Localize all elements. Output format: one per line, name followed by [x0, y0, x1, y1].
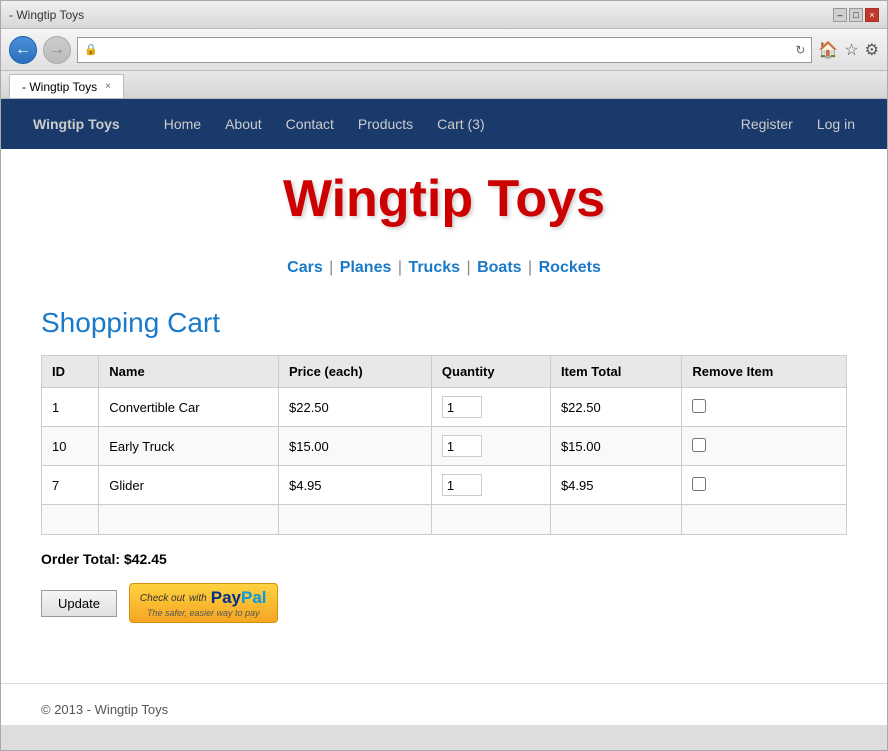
window-controls: – □ ×: [833, 8, 879, 22]
item-name: Convertible Car: [99, 388, 279, 427]
item-qty: [431, 388, 550, 427]
col-price: Price (each): [279, 356, 432, 388]
item-remove: [682, 388, 847, 427]
category-boats[interactable]: Boats: [477, 259, 521, 276]
address-bar[interactable]: 🔒 http://localhost:24019/S ↻: [77, 37, 812, 63]
tab-close-button[interactable]: ×: [105, 81, 111, 92]
qty-input-0[interactable]: [442, 396, 482, 418]
action-buttons: Update Check out with PayPal The safer, …: [41, 583, 847, 623]
category-cars[interactable]: Cars: [287, 259, 323, 276]
item-price: $4.95: [279, 466, 432, 505]
browser-window: - Wingtip Toys – □ × ← → 🔒 http://localh…: [0, 0, 888, 751]
nav-cart[interactable]: Cart (3): [425, 102, 496, 146]
item-total: $15.00: [550, 427, 681, 466]
nav-products[interactable]: Products: [346, 102, 425, 146]
nav-home[interactable]: Home: [152, 102, 213, 146]
navbar-brand[interactable]: Wingtip Toys: [21, 102, 132, 146]
logo-area: Wingtip Toys: [1, 149, 887, 239]
table-row-empty: [42, 505, 847, 535]
item-name: Glider: [99, 466, 279, 505]
refresh-icon[interactable]: ↻: [795, 43, 805, 57]
star-icon[interactable]: ☆: [844, 40, 858, 60]
paypal-button[interactable]: Check out with PayPal The safer, easier …: [129, 583, 278, 623]
table-header-row: ID Name Price (each) Quantity Item Total…: [42, 356, 847, 388]
remove-checkbox-0[interactable]: [692, 399, 706, 413]
title-bar: - Wingtip Toys – □ ×: [1, 1, 887, 29]
navbar: Wingtip Toys Home About Contact Products…: [1, 99, 887, 149]
footer: © 2013 - Wingtip Toys: [1, 694, 887, 725]
item-price: $22.50: [279, 388, 432, 427]
item-name: Early Truck: [99, 427, 279, 466]
table-row: 1 Convertible Car $22.50 $22.50: [42, 388, 847, 427]
navbar-right: Register Log in: [729, 102, 867, 146]
settings-icon[interactable]: ⚙: [865, 40, 879, 60]
col-id: ID: [42, 356, 99, 388]
item-qty: [431, 466, 550, 505]
site-logo: Wingtip Toys: [1, 169, 887, 229]
sep3: |: [462, 259, 471, 276]
home-icon[interactable]: 🏠: [818, 40, 838, 60]
paypal-with-text: with: [189, 593, 207, 604]
page-content: Wingtip Toys Home About Contact Products…: [1, 99, 887, 725]
paypal-box[interactable]: Check out with PayPal The safer, easier …: [129, 583, 278, 623]
table-row: 10 Early Truck $15.00 $15.00: [42, 427, 847, 466]
paypal-checkout-text: Check out: [140, 593, 185, 604]
col-qty: Quantity: [431, 356, 550, 388]
category-trucks[interactable]: Trucks: [408, 259, 460, 276]
item-qty: [431, 427, 550, 466]
order-total: Order Total: $42.45: [41, 551, 847, 567]
main-content: Shopping Cart ID Name Price (each) Quant…: [1, 287, 887, 663]
forward-button[interactable]: →: [43, 36, 71, 64]
footer-divider: [1, 683, 887, 684]
qty-input-2[interactable]: [442, 474, 482, 496]
tab-bar: - Wingtip Toys ×: [1, 71, 887, 99]
lock-icon: 🔒: [84, 43, 98, 56]
col-remove: Remove Item: [682, 356, 847, 388]
remove-checkbox-1[interactable]: [692, 438, 706, 452]
nav-contact[interactable]: Contact: [274, 102, 346, 146]
title-bar-left: - Wingtip Toys: [9, 8, 84, 22]
back-button[interactable]: ←: [9, 36, 37, 64]
qty-input-1[interactable]: [442, 435, 482, 457]
close-button[interactable]: ×: [865, 8, 879, 22]
col-total: Item Total: [550, 356, 681, 388]
item-total: $4.95: [550, 466, 681, 505]
update-button[interactable]: Update: [41, 590, 117, 617]
paypal-logo: PayPal: [211, 588, 267, 608]
tab-title-text: - Wingtip Toys: [9, 8, 84, 22]
item-total: $22.50: [550, 388, 681, 427]
footer-text: © 2013 - Wingtip Toys: [41, 702, 168, 717]
col-name: Name: [99, 356, 279, 388]
cart-table: ID Name Price (each) Quantity Item Total…: [41, 355, 847, 535]
item-id: 7: [42, 466, 99, 505]
nav-register[interactable]: Register: [729, 102, 805, 146]
sep1: |: [325, 259, 334, 276]
remove-checkbox-2[interactable]: [692, 477, 706, 491]
category-planes[interactable]: Planes: [340, 259, 392, 276]
item-id: 1: [42, 388, 99, 427]
paypal-checkout-line: Check out with PayPal: [140, 588, 267, 608]
nav-login[interactable]: Log in: [805, 102, 867, 146]
tab-title: - Wingtip Toys: [22, 80, 97, 94]
category-nav: Cars | Planes | Trucks | Boats | Rockets: [1, 239, 887, 287]
sep4: |: [524, 259, 533, 276]
item-remove: [682, 427, 847, 466]
page-title: Shopping Cart: [41, 307, 847, 339]
address-input[interactable]: http://localhost:24019/S: [102, 43, 792, 57]
minimize-button[interactable]: –: [833, 8, 847, 22]
browser-toolbar: ← → 🔒 http://localhost:24019/S ↻ 🏠 ☆ ⚙: [1, 29, 887, 71]
item-id: 10: [42, 427, 99, 466]
nav-about[interactable]: About: [213, 102, 274, 146]
item-remove: [682, 466, 847, 505]
maximize-button[interactable]: □: [849, 8, 863, 22]
item-price: $15.00: [279, 427, 432, 466]
category-rockets[interactable]: Rockets: [539, 259, 601, 276]
browser-tab[interactable]: - Wingtip Toys ×: [9, 74, 124, 98]
paypal-safe-text: The safer, easier way to pay: [147, 608, 260, 618]
sep2: |: [393, 259, 402, 276]
table-row: 7 Glider $4.95 $4.95: [42, 466, 847, 505]
